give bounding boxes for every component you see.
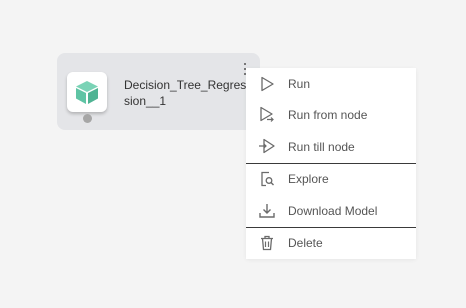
cube-icon bbox=[76, 81, 98, 104]
download-icon bbox=[257, 201, 277, 221]
context-menu: Run Run from node Run till node Explore … bbox=[246, 68, 416, 259]
menu-item-label: Explore bbox=[288, 172, 329, 187]
trash-icon bbox=[257, 233, 277, 253]
node-card[interactable]: Decision_Tree_Regression__1 bbox=[57, 53, 260, 130]
node-icon-box bbox=[67, 72, 107, 112]
node-label: Decision_Tree_Regression__1 bbox=[124, 78, 247, 108]
menu-item-label: Run from node bbox=[288, 108, 368, 123]
menu-item-run[interactable]: Run bbox=[246, 68, 416, 100]
run-from-node-icon bbox=[257, 105, 277, 125]
run-till-node-icon bbox=[257, 137, 277, 157]
menu-item-run-till-node[interactable]: Run till node bbox=[246, 131, 416, 163]
menu-item-label: Download Model bbox=[288, 203, 378, 218]
menu-item-label: Run bbox=[288, 76, 311, 91]
menu-item-label: Run till node bbox=[288, 139, 355, 154]
menu-item-explore[interactable]: Explore bbox=[246, 164, 416, 196]
menu-item-run-from-node[interactable]: Run from node bbox=[246, 100, 416, 132]
menu-item-delete[interactable]: Delete bbox=[246, 228, 416, 260]
explore-icon bbox=[257, 169, 277, 189]
play-icon bbox=[257, 74, 277, 94]
node-output-port[interactable] bbox=[83, 114, 92, 123]
menu-item-download-model[interactable]: Download Model bbox=[246, 195, 416, 227]
menu-item-label: Delete bbox=[288, 236, 323, 251]
